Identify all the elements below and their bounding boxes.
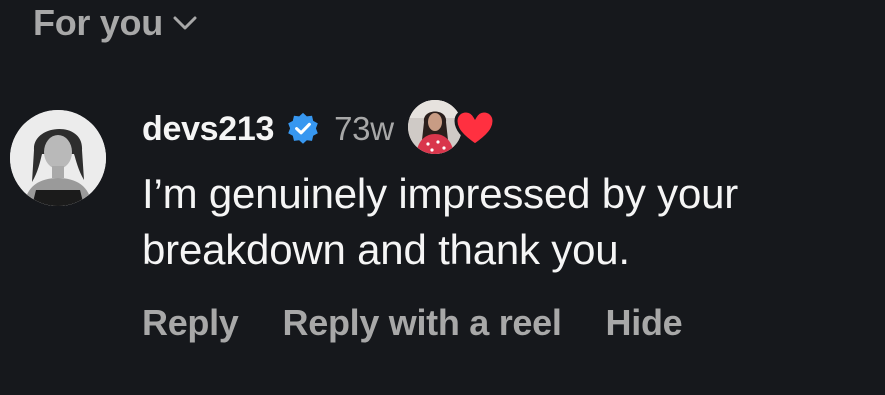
comments-view: For you devs213 73w I’m genuinely impres… <box>0 0 885 395</box>
comment-timestamp: 73w <box>334 110 394 147</box>
comment-meta: devs213 73w <box>142 100 877 154</box>
comment: devs213 73w I’m genuinely impressed by y… <box>142 100 877 344</box>
reply-button[interactable]: Reply <box>142 302 239 344</box>
heart-icon <box>454 109 496 147</box>
chevron-down-icon <box>173 16 197 30</box>
comment-text-line: I’m genuinely impressed by your <box>142 170 739 217</box>
sort-dropdown[interactable]: For you <box>33 2 197 44</box>
username[interactable]: devs213 <box>142 110 274 149</box>
hide-button[interactable]: Hide <box>606 302 683 344</box>
verified-badge-icon <box>288 112 318 144</box>
liked-by-author-indicator <box>407 100 504 158</box>
comment-text: I’m genuinely impressed by your breakdow… <box>142 166 877 278</box>
comment-text-line: breakdown and thank you. <box>142 226 630 273</box>
commenter-avatar[interactable] <box>10 110 106 206</box>
reply-with-reel-button[interactable]: Reply with a reel <box>283 302 562 344</box>
sort-label: For you <box>33 2 163 43</box>
comment-actions: Reply Reply with a reel Hide <box>142 302 877 344</box>
